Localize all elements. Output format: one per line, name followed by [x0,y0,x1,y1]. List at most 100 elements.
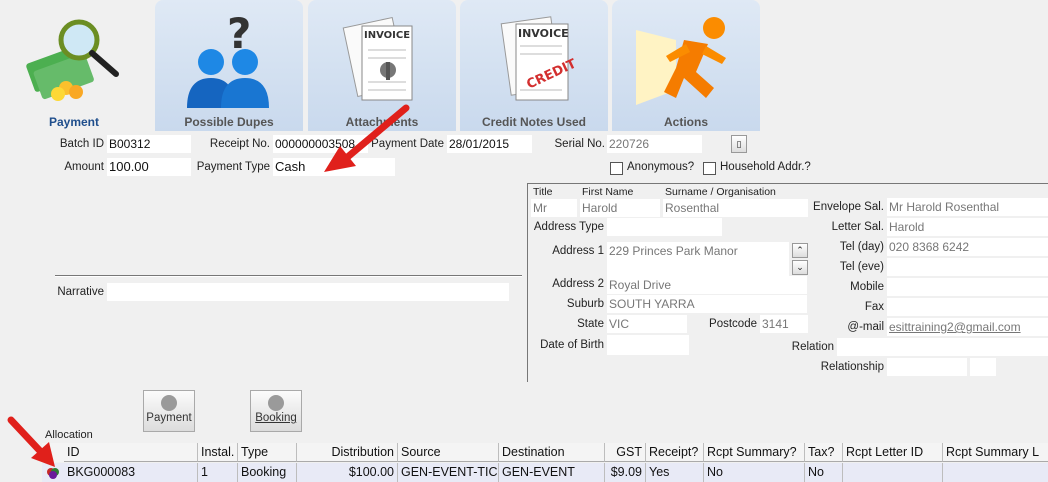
cell-gst: $9.09 [605,463,646,482]
col-distribution[interactable]: Distribution [297,443,398,462]
letter-sal-label: Letter Sal. [831,221,884,233]
tel-day-field[interactable]: 020 8368 6242 [887,238,1048,256]
tel-eve-label: Tel (eve) [839,261,884,273]
amount-field[interactable]: 100.00 [107,158,191,176]
svg-text:INVOICE: INVOICE [364,30,410,41]
cell-rcpt-letter-id [843,463,943,482]
cell-instal: 1 [198,463,238,482]
tab-label: Actions [663,115,708,129]
cell-distribution: $100.00 [297,463,398,482]
narrative-field[interactable] [107,283,509,301]
tab-label: Credit Notes Used [481,115,587,129]
cell-rcpt-summary-letter [943,463,1048,482]
serial-no-field[interactable]: 220726 [607,135,702,153]
relation-label: Relation [791,341,834,353]
batch-id-field[interactable]: B00312 [107,135,191,153]
col-source[interactable]: Source [398,443,499,462]
state-label: State [577,318,604,330]
household-address-label: Household Addr.? [720,161,811,173]
state-field[interactable]: VIC [607,315,687,333]
tab-label: Payment [48,115,100,129]
payment-button[interactable]: Payment [143,390,195,432]
users-question-icon: ? [187,10,269,108]
money-magnifier-icon [26,19,119,101]
suburb-field[interactable]: SOUTH YARRA [607,295,807,313]
svg-text:INVOICE: INVOICE [518,27,569,40]
annotation-arrow-icon [324,104,410,172]
envelope-sal-field[interactable]: Mr Harold Rosenthal [887,198,1048,216]
relationship-extra-field[interactable] [970,358,996,376]
col-instal[interactable]: Instal. [198,443,238,462]
envelope-sal-label: Envelope Sal. [813,201,884,213]
narrative-label: Narrative [57,286,104,298]
tab-actions[interactable]: Actions [612,0,760,131]
running-man-icon [636,17,726,105]
col-destination[interactable]: Destination [499,443,605,462]
anonymous-label: Anonymous? [627,161,695,173]
address-type-field[interactable] [607,218,722,236]
table-row[interactable]: BKG000083 1 Booking $100.00 GEN-EVENT-TI… [42,463,1048,482]
fax-label: Fax [864,301,884,313]
serial-no-label: Serial No. [554,138,606,150]
address2-label: Address 2 [552,278,604,290]
col-tax[interactable]: Tax? [805,443,843,462]
relation-field[interactable] [837,338,1048,356]
address2-field[interactable]: Royal Drive [607,276,807,294]
suburb-label: Suburb [566,298,604,310]
letter-sal-field[interactable]: Harold [887,218,1048,236]
col-receipt[interactable]: Receipt? [646,443,704,462]
fax-field[interactable] [887,298,1048,316]
tab-bar: Payment ? Possible Dupes INVOICE Attachm… [0,0,1048,131]
anonymous-checkbox[interactable] [610,162,623,175]
col-rcpt-letter-id[interactable]: Rcpt Letter ID [843,443,943,462]
payment-type-label: Payment Type [196,161,270,173]
relationship-label: Relationship [820,361,884,373]
email-field[interactable]: esittraining2@gmail.com [887,318,1048,336]
mobile-field[interactable] [887,278,1048,296]
annotation-arrow-icon [7,416,55,467]
surname-field[interactable]: Rosenthal [663,199,808,217]
payment-icon [161,395,177,411]
col-rcpt-summary-letter[interactable]: Rcpt Summary L [943,443,1048,462]
attached-documents-icon: INVOICE [342,16,413,101]
postcode-label: Postcode [709,318,757,330]
surname-label: Surname / Organisation [665,186,776,198]
col-id[interactable]: ID [64,443,198,462]
tel-eve-field[interactable] [887,258,1048,276]
cell-source: GEN-EVENT-TIC [398,463,499,482]
title-field[interactable]: Mr [531,199,577,217]
title-label: Title [533,186,553,198]
col-gst[interactable]: GST [605,443,646,462]
amount-label: Amount [64,161,104,173]
address-type-label: Address Type [533,221,604,233]
relationship-field[interactable] [887,358,967,376]
tab-possible-dupes[interactable]: ? Possible Dupes [155,0,303,131]
cell-rcpt-summary: No [704,463,805,482]
serial-lookup-button[interactable]: ▯ [731,135,747,153]
batch-id-label: Batch ID [59,138,104,150]
booking-icon [268,395,284,411]
address1-label: Address 1 [552,245,604,257]
tab-payment[interactable]: Payment [0,0,148,131]
dob-field[interactable] [607,335,689,355]
payment-date-field[interactable]: 28/01/2015 [447,135,532,153]
col-rcpt-summary[interactable]: Rcpt Summary? [704,443,805,462]
household-address-checkbox[interactable] [703,162,716,175]
first-name-field[interactable]: Harold [580,199,660,217]
cell-id: BKG000083 [64,463,198,482]
email-label: @-mail [847,321,884,333]
payment-button-label: Payment [146,412,192,424]
booking-button[interactable]: Booking [250,390,302,432]
lookup-icon: ▯ [736,139,742,149]
tab-credit-notes-used[interactable]: INVOICE CREDIT Credit Notes Used [460,0,608,131]
col-type[interactable]: Type [238,443,297,462]
cell-destination: GEN-EVENT [499,463,605,482]
cell-tax: No [805,463,843,482]
dob-label: Date of Birth [540,339,604,351]
section-divider [55,275,522,277]
booking-button-label: Booking [255,412,297,424]
cell-type: Booking [238,463,297,482]
grid-header: ID Instal. Type Distribution Source Dest… [42,443,1048,462]
address1-field[interactable]: 229 Princes Park Manor [607,242,789,278]
tel-day-label: Tel (day) [839,241,884,253]
